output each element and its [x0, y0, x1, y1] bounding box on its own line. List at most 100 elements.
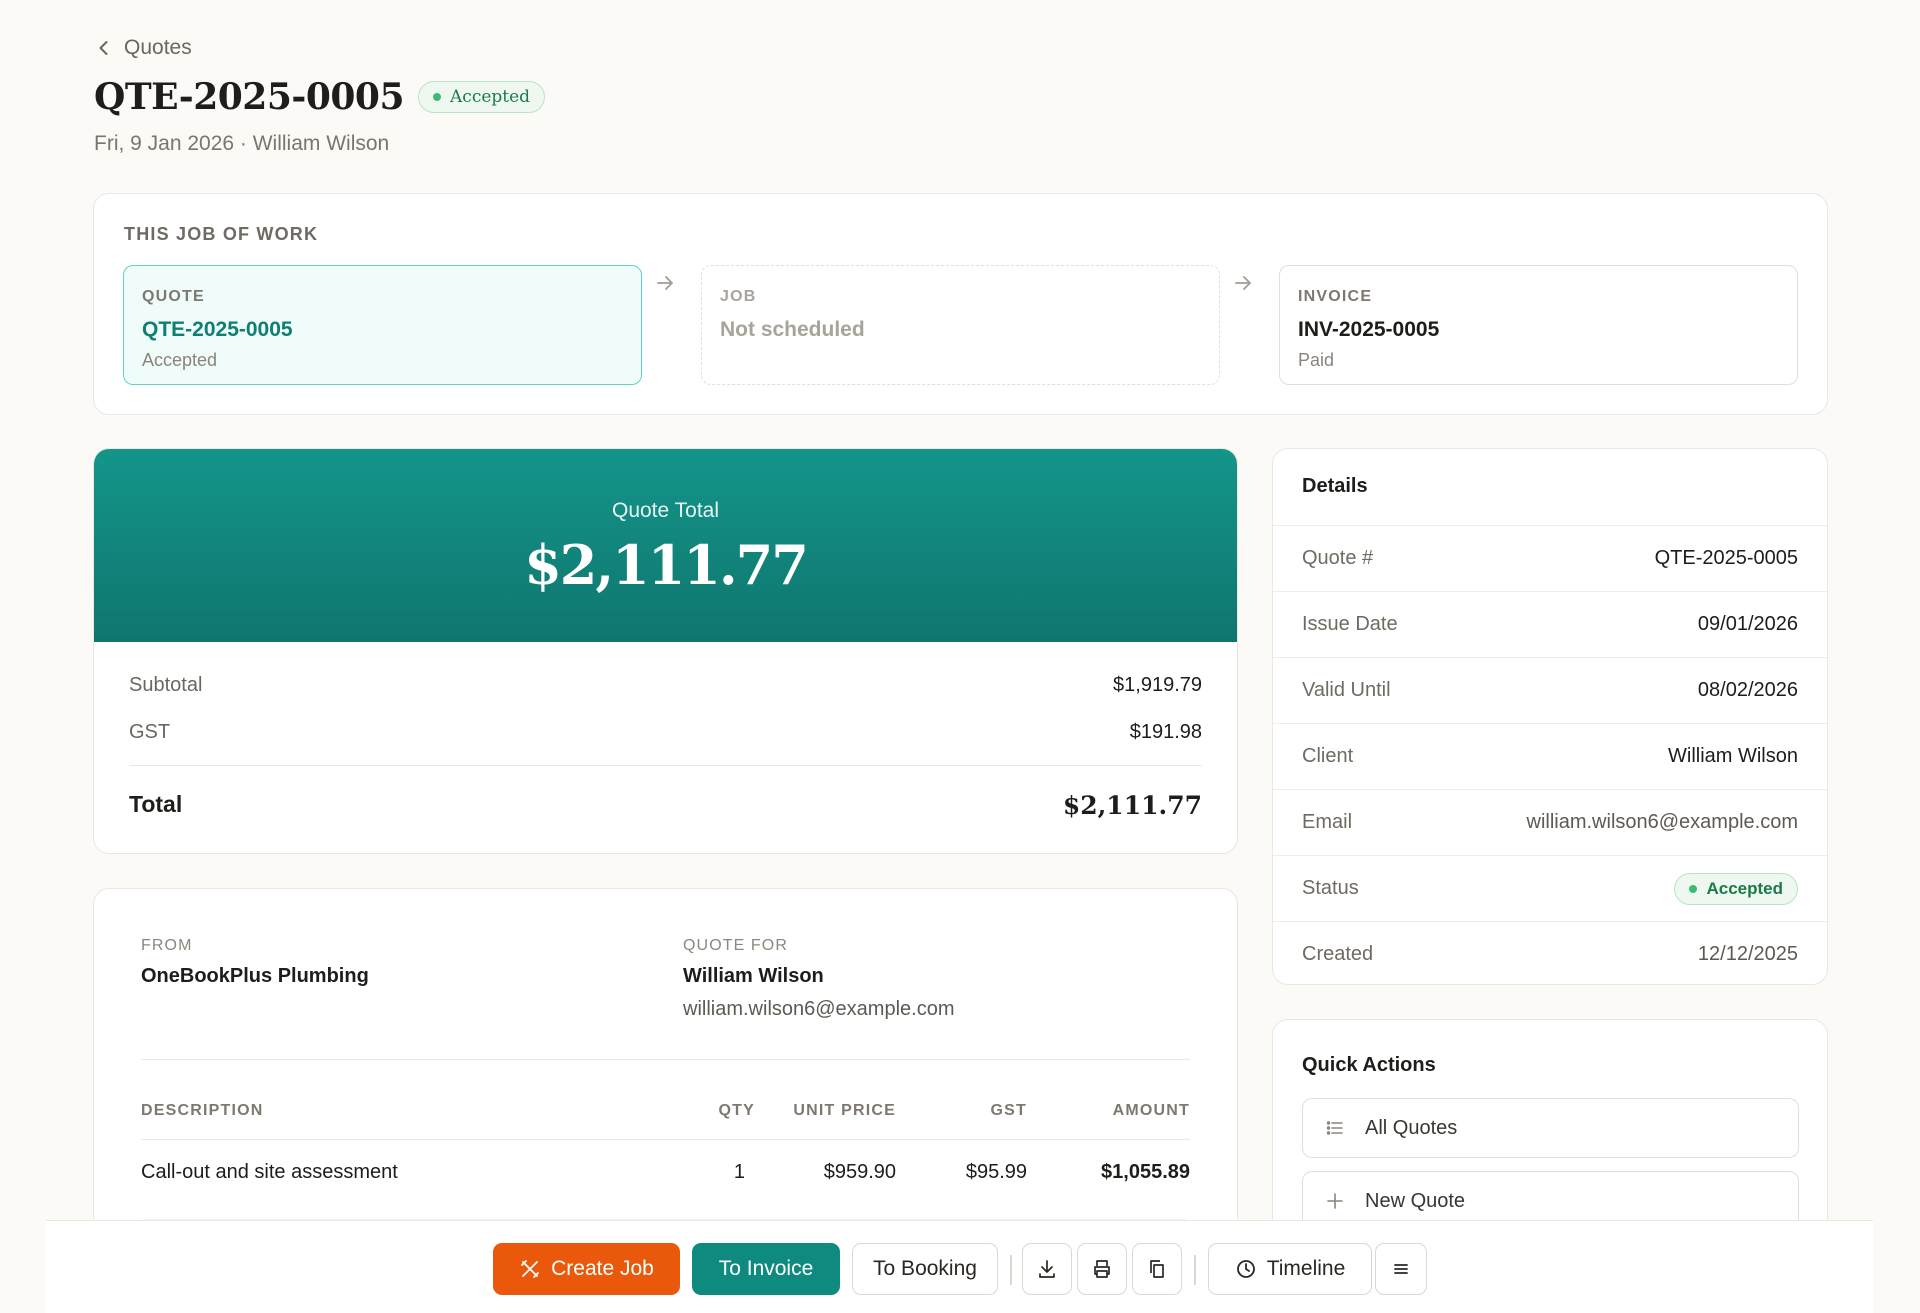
- quote-total-label: Quote Total: [611, 499, 720, 522]
- detail-row-client: Client William Wilson: [1273, 723, 1827, 789]
- detail-row-issue-date: Issue Date 09/01/2026: [1273, 591, 1827, 657]
- step-label: JOB: [720, 288, 757, 305]
- page-title: QTE-2025-0005: [94, 76, 405, 118]
- client-email: william.wilson6@example.com: [683, 998, 955, 1020]
- job-of-work-heading: THIS JOB OF WORK: [124, 224, 319, 244]
- step-status: Paid: [1298, 350, 1335, 370]
- detail-value: 08/02/2026: [1697, 679, 1798, 701]
- from-label: FROM: [141, 937, 193, 954]
- back-link-label: Quotes: [124, 36, 192, 59]
- step-label: QUOTE: [142, 288, 205, 305]
- detail-value: QTE-2025-0005: [1654, 547, 1798, 569]
- arrow-right-icon: [1235, 276, 1251, 290]
- timeline-label: Timeline: [1266, 1257, 1346, 1280]
- column-unit-price: UNIT PRICE: [793, 1102, 896, 1119]
- row-description: Call-out and site assessment: [141, 1161, 398, 1183]
- all-quotes-label: All Quotes: [1365, 1116, 1458, 1139]
- download-icon: [1039, 1260, 1055, 1278]
- toolbar-separator: [1194, 1255, 1196, 1285]
- quote-total-banner: Quote Total $2,111.77: [94, 449, 1237, 642]
- column-gst: GST: [990, 1102, 1027, 1119]
- more-menu-button[interactable]: [1375, 1243, 1427, 1295]
- detail-row-email: Email william.wilson6@example.com: [1273, 789, 1827, 855]
- title-row: QTE-2025-0005 Accepted: [94, 76, 546, 118]
- workflow-step-quote[interactable]: QUOTE QTE-2025-0005 Accepted: [123, 265, 642, 385]
- detail-row-created: Created 12/12/2025: [1273, 921, 1827, 984]
- detail-row-quote-number: Quote # QTE-2025-0005: [1273, 525, 1827, 591]
- new-quote-label: New Quote: [1365, 1189, 1466, 1212]
- detail-value: 09/01/2026: [1697, 613, 1798, 635]
- detail-value: 12/12/2025: [1697, 943, 1798, 965]
- detail-key: Email: [1302, 811, 1353, 833]
- subtotal-row: Subtotal $1,919.79: [129, 674, 1202, 697]
- duplicate-button[interactable]: [1132, 1243, 1182, 1295]
- column-description: DESCRIPTION: [141, 1102, 264, 1119]
- detail-value: William Wilson: [1668, 745, 1798, 767]
- from-block: FROM OneBookPlus Plumbing: [141, 937, 369, 988]
- total-value: $2,111.77: [1062, 791, 1202, 820]
- chevron-left-icon: [99, 41, 108, 55]
- tools-icon: [521, 1260, 540, 1278]
- to-invoice-button[interactable]: To Invoice: [692, 1243, 840, 1295]
- line-items-header-divider: [141, 1139, 1190, 1140]
- row-qty: 1: [733, 1161, 745, 1183]
- detail-row-status: Status Accepted: [1273, 855, 1827, 921]
- table-row: Call-out and site assessment 1 $959.90 $…: [141, 1161, 1190, 1187]
- to-invoice-label: To Invoice: [718, 1257, 814, 1280]
- printer-icon: [1094, 1260, 1110, 1278]
- total-label: Total: [129, 791, 183, 817]
- total-row: Total $2,111.77: [129, 791, 1202, 820]
- gst-value: $191.98: [1129, 721, 1202, 743]
- status-badge: Accepted: [418, 81, 546, 113]
- arrow-right-icon: [657, 276, 673, 290]
- subtotal-label: Subtotal: [129, 674, 203, 696]
- detail-key: Status: [1302, 877, 1359, 899]
- toolbar-separator: [1010, 1255, 1012, 1285]
- timeline-button[interactable]: Timeline: [1208, 1243, 1372, 1295]
- status-badge-label: Accepted: [1706, 878, 1783, 898]
- job-of-work-card: THIS JOB OF WORK QUOTE QTE-2025-0005 Acc…: [93, 193, 1828, 415]
- print-button[interactable]: [1077, 1243, 1127, 1295]
- gst-row: GST $191.98: [129, 721, 1202, 744]
- row-amount: $1,055.89: [1101, 1161, 1190, 1183]
- column-amount: AMOUNT: [1112, 1102, 1190, 1119]
- step-value: QTE-2025-0005: [142, 318, 293, 341]
- step-label: INVOICE: [1298, 288, 1373, 305]
- create-job-button[interactable]: Create Job: [493, 1243, 680, 1295]
- download-button[interactable]: [1022, 1243, 1072, 1295]
- menu-icon: [1394, 1264, 1408, 1274]
- back-to-quotes-link[interactable]: Quotes: [94, 36, 192, 60]
- to-booking-label: To Booking: [873, 1257, 977, 1280]
- gst-label: GST: [129, 721, 171, 743]
- detail-key: Issue Date: [1302, 613, 1398, 635]
- detail-key: Valid Until: [1302, 679, 1391, 701]
- list-icon: [1326, 1121, 1343, 1135]
- line-items-header: DESCRIPTION QTY UNIT PRICE GST AMOUNT: [141, 1102, 1190, 1122]
- status-badge: Accepted: [1674, 872, 1798, 905]
- totals-divider: [129, 765, 1202, 766]
- quote-total-card: Quote Total $2,111.77 Subtotal $1,919.79…: [93, 448, 1238, 854]
- document-divider: [141, 1059, 1190, 1060]
- clock-icon: [1236, 1260, 1255, 1278]
- quote-total-amount: $2,111.77: [524, 533, 809, 597]
- column-qty: QTY: [718, 1102, 755, 1119]
- quote-for-label: QUOTE FOR: [683, 937, 789, 954]
- workflow-step-invoice[interactable]: INVOICE INV-2025-0005 Paid: [1279, 265, 1798, 385]
- plus-icon: [1327, 1193, 1343, 1209]
- row-gst: $95.99: [965, 1161, 1027, 1183]
- detail-value: william.wilson6@example.com: [1526, 811, 1799, 833]
- row-unit-price: $959.90: [823, 1161, 896, 1183]
- all-quotes-button[interactable]: All Quotes: [1302, 1098, 1799, 1158]
- quick-actions-heading: Quick Actions: [1302, 1054, 1436, 1076]
- detail-key: Quote #: [1302, 547, 1374, 569]
- quote-for-block: QUOTE FOR William Wilson william.wilson6…: [683, 937, 955, 1021]
- to-booking-button[interactable]: To Booking: [852, 1243, 998, 1295]
- status-dot-icon: [1689, 884, 1698, 893]
- detail-row-valid-until: Valid Until 08/02/2026: [1273, 657, 1827, 723]
- copy-icon: [1150, 1260, 1164, 1278]
- client-name: William Wilson: [683, 965, 824, 987]
- subtotal-value: $1,919.79: [1113, 674, 1202, 696]
- step-value: INV-2025-0005: [1298, 318, 1440, 341]
- workflow-step-job[interactable]: JOB Not scheduled: [701, 265, 1220, 385]
- details-heading: Details: [1302, 475, 1368, 497]
